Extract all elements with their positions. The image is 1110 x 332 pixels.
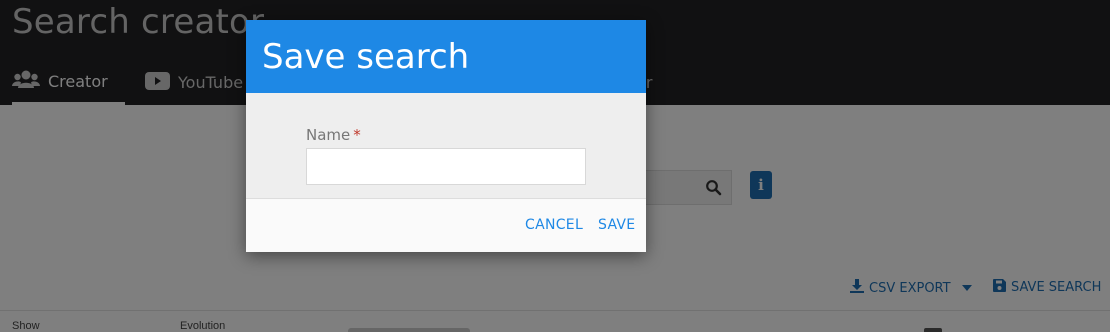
name-label-text: Name [306,126,351,144]
save-button[interactable]: SAVE [598,217,635,233]
required-mark: * [353,126,361,144]
dialog-footer: CANCEL SAVE [246,199,646,252]
name-field-label: Name * [306,126,361,144]
dialog-body: Name * [246,93,646,199]
name-input[interactable] [306,148,586,185]
dialog-title: Save search [246,20,646,93]
save-search-dialog: Save search Name * CANCEL SAVE [246,20,646,252]
cancel-button[interactable]: CANCEL [525,217,583,233]
